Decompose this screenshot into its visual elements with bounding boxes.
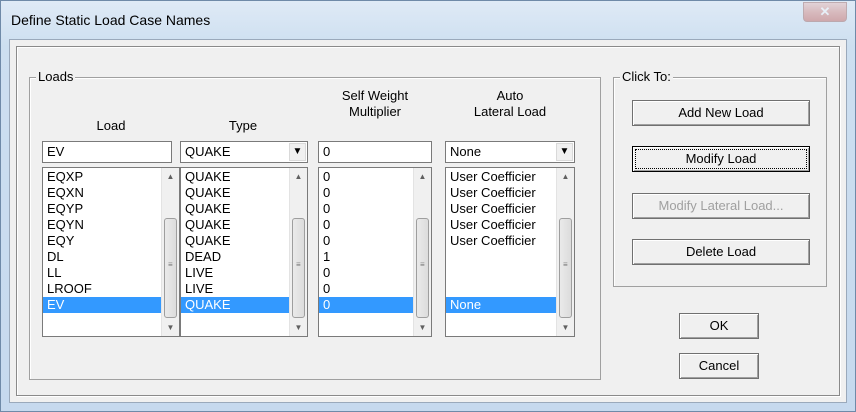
list-item[interactable]: DEAD: [181, 249, 289, 265]
list-item[interactable]: QUAKE: [181, 297, 289, 313]
scroll-down-icon[interactable]: ▼: [162, 319, 179, 336]
scroll-down-icon[interactable]: ▼: [414, 319, 431, 336]
list-item[interactable]: User Coefficier: [446, 201, 556, 217]
window-title: Define Static Load Case Names: [11, 12, 211, 28]
list-item[interactable]: [446, 281, 556, 297]
list-item[interactable]: LIVE: [181, 281, 289, 297]
list-item[interactable]: 0: [319, 281, 413, 297]
modify-load-button[interactable]: Modify Load: [632, 146, 810, 172]
scroll-up-icon[interactable]: ▲: [290, 168, 307, 185]
list-item[interactable]: User Coefficier: [446, 169, 556, 185]
load-listbox[interactable]: EQXP EQXN EQYP EQYN EQY DL LL LROOF EV ▲ ≡ ▼: [42, 167, 180, 337]
header-auto-lateral-load: Auto Lateral Load: [473, 88, 547, 119]
list-item[interactable]: 0: [319, 201, 413, 217]
list-item[interactable]: QUAKE: [181, 201, 289, 217]
chevron-down-icon[interactable]: ▼: [556, 143, 573, 161]
scroll-thumb[interactable]: ≡: [164, 218, 177, 318]
cancel-button[interactable]: Cancel: [679, 353, 759, 379]
load-type-combo-value: QUAKE: [185, 144, 231, 159]
dialog-window: Define Static Load Case Names ✕ Loads Lo…: [0, 0, 856, 412]
list-item[interactable]: LIVE: [181, 265, 289, 281]
list-item[interactable]: EQYP: [43, 201, 161, 217]
list-item[interactable]: [446, 265, 556, 281]
list-item[interactable]: [446, 249, 556, 265]
list-item[interactable]: EQYN: [43, 217, 161, 233]
multiplier-listbox[interactable]: 000001000 ▲ ≡ ▼: [318, 167, 432, 337]
loads-group: Loads Load Type Self Weight Multiplier A…: [29, 69, 601, 380]
list-item[interactable]: User Coefficier: [446, 217, 556, 233]
list-item[interactable]: User Coefficier: [446, 233, 556, 249]
title-bar[interactable]: Define Static Load Case Names ✕: [1, 1, 855, 39]
list-item[interactable]: QUAKE: [181, 185, 289, 201]
click-to-group-legend: Click To:: [620, 69, 673, 84]
list-item[interactable]: LL: [43, 265, 161, 281]
list-item[interactable]: 0: [319, 185, 413, 201]
dialog-frame: Loads Load Type Self Weight Multiplier A…: [16, 46, 840, 396]
list-item[interactable]: EQXP: [43, 169, 161, 185]
auto-lateral-list-scrollbar[interactable]: ▲ ≡ ▼: [556, 168, 574, 336]
multiplier-list-scrollbar[interactable]: ▲ ≡ ▼: [413, 168, 431, 336]
type-list-scrollbar[interactable]: ▲ ≡ ▼: [289, 168, 307, 336]
header-type: Type: [228, 118, 258, 133]
list-item[interactable]: EQXN: [43, 185, 161, 201]
list-item[interactable]: 0: [319, 233, 413, 249]
load-type-combo[interactable]: QUAKE ▼: [180, 141, 308, 163]
modify-lateral-load-button[interactable]: Modify Lateral Load...: [632, 193, 810, 219]
auto-lateral-listbox[interactable]: User Coefficier User Coefficier User Coeff…: [445, 167, 575, 337]
auto-lateral-load-combo-value: None: [450, 144, 482, 159]
close-icon[interactable]: ✕: [803, 2, 847, 22]
list-item[interactable]: EV: [43, 297, 161, 313]
header-self-weight-multiplier: Self Weight Multiplier: [341, 88, 409, 119]
list-item[interactable]: 1: [319, 249, 413, 265]
list-item[interactable]: EQY: [43, 233, 161, 249]
self-weight-multiplier-input[interactable]: 0: [318, 141, 432, 163]
delete-load-button[interactable]: Delete Load: [632, 239, 810, 265]
load-list-scrollbar[interactable]: ▲ ≡ ▼: [161, 168, 179, 336]
list-item[interactable]: 0: [319, 265, 413, 281]
list-item[interactable]: DL: [43, 249, 161, 265]
list-item[interactable]: QUAKE: [181, 233, 289, 249]
list-item[interactable]: LROOF: [43, 281, 161, 297]
scroll-down-icon[interactable]: ▼: [557, 319, 574, 336]
add-new-load-button[interactable]: Add New Load: [632, 100, 810, 126]
scroll-thumb[interactable]: ≡: [416, 218, 429, 318]
scroll-up-icon[interactable]: ▲: [557, 168, 574, 185]
dialog-client-area: Loads Load Type Self Weight Multiplier A…: [9, 39, 847, 403]
list-item[interactable]: 0: [319, 169, 413, 185]
scroll-thumb[interactable]: ≡: [559, 218, 572, 318]
list-item[interactable]: 0: [319, 297, 413, 313]
list-item[interactable]: User Coefficier: [446, 185, 556, 201]
chevron-down-icon[interactable]: ▼: [289, 143, 306, 161]
loads-group-legend: Loads: [36, 69, 76, 84]
scroll-up-icon[interactable]: ▲: [162, 168, 179, 185]
header-load: Load: [96, 118, 126, 133]
scroll-down-icon[interactable]: ▼: [290, 319, 307, 336]
list-item[interactable]: QUAKE: [181, 169, 289, 185]
type-listbox[interactable]: QUAKE QUAKE QUAKE QUAKE QUAKE DEAD LIVE LIVE QUA…: [180, 167, 308, 337]
click-to-group: Click To: Add New Load Modify Load Modif…: [613, 69, 827, 287]
scroll-up-icon[interactable]: ▲: [414, 168, 431, 185]
scroll-thumb[interactable]: ≡: [292, 218, 305, 318]
auto-lateral-load-combo[interactable]: None ▼: [445, 141, 575, 163]
list-item[interactable]: 0: [319, 217, 413, 233]
list-item[interactable]: QUAKE: [181, 217, 289, 233]
load-name-input[interactable]: EV: [42, 141, 172, 163]
ok-button[interactable]: OK: [679, 313, 759, 339]
list-item[interactable]: None: [446, 297, 556, 313]
